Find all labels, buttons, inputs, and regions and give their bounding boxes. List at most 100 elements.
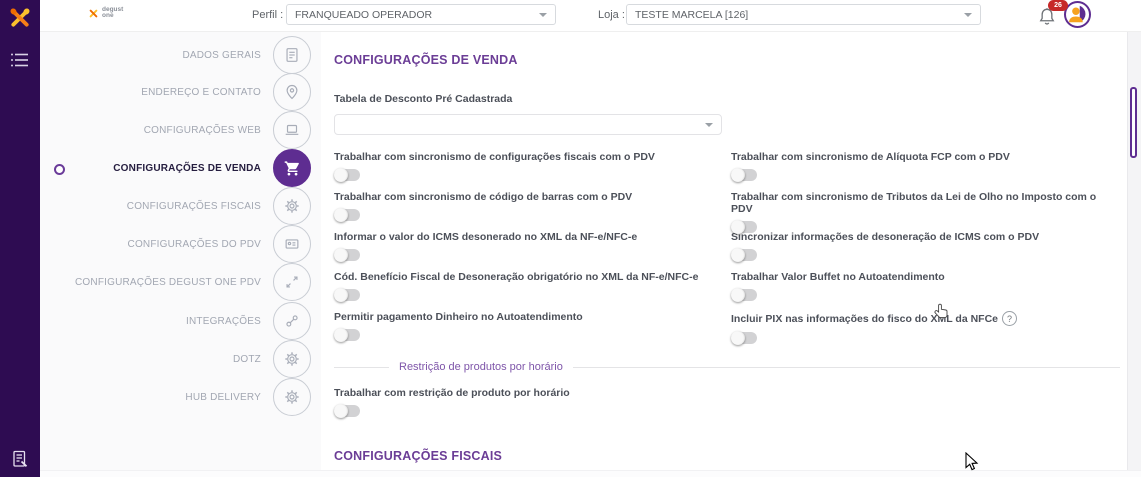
sidebar-item-endereco-contato[interactable]: ENDEREÇO E CONTATO <box>141 73 311 111</box>
form-icon <box>273 36 311 74</box>
subsection-title: Restrição de produtos por horário <box>399 361 563 373</box>
sidebar-item-label: INTEGRAÇÕES <box>186 315 261 327</box>
toggle-knob <box>334 208 348 222</box>
toggle-switch[interactable] <box>334 208 360 222</box>
toggle-knob <box>334 404 348 418</box>
settings-sidebar: DADOS GERAIS ENDEREÇO E CONTATO CONFIGUR… <box>40 31 322 477</box>
discount-table-select[interactable] <box>334 114 722 135</box>
toggle-row: Trabalhar Valor Buffet no Autoatendiment… <box>731 271 1120 311</box>
user-avatar[interactable] <box>1064 1 1091 28</box>
toggle-switch[interactable] <box>731 288 757 302</box>
menu-hamburger-icon[interactable] <box>10 52 30 68</box>
sidebar-item-configuracoes-fiscais[interactable]: CONFIGURAÇÕES FISCAIS <box>127 187 311 225</box>
cart-icon <box>273 149 311 187</box>
divider-line <box>572 366 1120 368</box>
toggle-label: Permitir pagamento Dinheiro no Autoatend… <box>334 311 583 323</box>
toggle-switch[interactable] <box>731 220 757 234</box>
divider-line <box>334 366 389 368</box>
sidebar-item-configuracoes-do-pdv[interactable]: CONFIGURAÇÕES DO PDV <box>128 225 311 263</box>
toggle-knob <box>731 288 745 302</box>
toggle-label: Trabalhar com sincronismo de Alíquota FC… <box>731 151 1010 163</box>
toggle-knob <box>334 168 348 182</box>
toggle-row: Sincronizar informações de desoneração d… <box>731 231 1120 271</box>
toggle-switch[interactable] <box>731 168 757 182</box>
app-body: DADOS GERAIS ENDEREÇO E CONTATO CONFIGUR… <box>40 31 1141 477</box>
toggle-label: Cód. Benefício Fiscal de Desoneração obr… <box>334 271 699 283</box>
toggle-label: Trabalhar com sincronismo de configuraçõ… <box>334 151 655 163</box>
toggle-knob <box>731 220 745 234</box>
sidebar-item-label: CONFIGURAÇÕES DO PDV <box>127 238 261 250</box>
toggle-knob <box>334 248 348 262</box>
brand-sub: one <box>102 12 114 19</box>
toggle-row: Cód. Benefício Fiscal de Desoneração obr… <box>334 271 731 311</box>
chevron-down-icon <box>705 122 713 127</box>
expand-arrows-icon <box>273 263 311 301</box>
toggle-knob <box>334 288 348 302</box>
location-pin-icon <box>273 73 311 111</box>
scrollbar-thumb[interactable] <box>1130 87 1137 158</box>
toggle-label: Trabalhar Valor Buffet no Autoatendiment… <box>731 271 945 283</box>
sidebar-item-configuracoes-de-venda[interactable]: CONFIGURAÇÕES DE VENDA <box>113 149 311 187</box>
toggle-switch[interactable] <box>731 248 757 262</box>
sidebar-item-hub-delivery[interactable]: HUB DELIVERY <box>185 378 311 416</box>
toggle-grid: Trabalhar com sincronismo de configuraçõ… <box>334 151 1120 351</box>
toggle-switch[interactable] <box>334 288 360 302</box>
toggle-row: Trabalhar com sincronismo de Alíquota FC… <box>731 151 1120 191</box>
sidebar-item-dotz[interactable]: DOTZ <box>233 340 311 378</box>
subsection-divider: Restrição de produtos por horário <box>334 361 1120 373</box>
id-card-icon <box>273 225 311 263</box>
toggle-label-text: Incluir PIX nas informações do fisco do … <box>731 312 999 325</box>
sidebar-item-configuracoes-degust-one-pdv[interactable]: CONFIGURAÇÕES DEGUST ONE PDV <box>75 263 311 301</box>
sidebar-item-label: DOTZ <box>232 353 261 365</box>
sidebar-item-label: CONFIGURAÇÕES WEB <box>143 124 261 136</box>
toggle-switch[interactable] <box>334 404 360 418</box>
sidebar-item-integracoes[interactable]: INTEGRAÇÕES <box>186 302 311 340</box>
toggle-knob <box>731 248 745 262</box>
toggle-label: Trabalhar com sincronismo de código de b… <box>334 191 633 203</box>
sidebar-item-label: CONFIGURAÇÕES DE VENDA <box>113 162 261 174</box>
toggle-knob <box>731 331 745 345</box>
loja-select[interactable]: TESTE MARCELA [126] <box>626 4 981 25</box>
vertical-scrollbar[interactable] <box>1127 31 1141 477</box>
toggle-row: Informar o valor do ICMS desonerado no X… <box>334 231 731 271</box>
chevron-down-icon <box>539 12 547 17</box>
laptop-icon <box>273 111 311 149</box>
sidebar-item-dados-gerais[interactable]: DADOS GERAIS <box>182 36 311 74</box>
sidebar-item-label: CONFIGURAÇÕES DEGUST ONE PDV <box>75 276 261 288</box>
toggle-switch[interactable] <box>334 168 360 182</box>
toggle-knob <box>334 328 348 342</box>
toggle-row: Trabalhar com sincronismo de Tributos da… <box>731 191 1120 234</box>
toggle-label: Informar o valor do ICMS desonerado no X… <box>334 231 638 243</box>
plug-icon <box>273 302 311 340</box>
toggle-row: Trabalhar com sincronismo de código de b… <box>334 191 731 231</box>
toggle-label: Sincronizar informações de desoneração d… <box>731 231 1040 243</box>
toggle-switch[interactable] <box>334 248 360 262</box>
sidebar-item-label: CONFIGURAÇÕES FISCAIS <box>126 200 261 212</box>
active-item-marker <box>54 164 65 175</box>
next-section-title: CONFIGURAÇÕES FISCAIS <box>334 449 503 463</box>
perfil-select[interactable]: FRANQUEADO OPERADOR <box>286 4 556 25</box>
loja-label: Loja : <box>598 9 625 21</box>
gear-icon <box>273 378 311 416</box>
toggle-row: Trabalhar com sincronismo de configuraçõ… <box>334 151 731 191</box>
toggle-switch[interactable] <box>334 328 360 342</box>
gear-icon <box>273 187 311 225</box>
sidebar-item-label: HUB DELIVERY <box>185 391 261 403</box>
toggle-label: Trabalhar com restrição de produto por h… <box>334 387 570 399</box>
toggle-label: Trabalhar com sincronismo de Tributos da… <box>731 191 1097 215</box>
app-logo-icon <box>7 5 33 31</box>
chevron-down-icon <box>964 12 972 17</box>
toggle-row: Incluir PIX nas informações do fisco do … <box>731 311 1120 351</box>
top-header: degust one Perfil : FRANQUEADO OPERADOR … <box>40 0 1141 32</box>
toggle-switch[interactable] <box>731 331 757 345</box>
report-document-icon[interactable] <box>10 449 30 469</box>
toggle-knob <box>731 168 745 182</box>
notifications-count-badge: 26 <box>1048 0 1068 11</box>
loja-value: TESTE MARCELA [126] <box>635 8 749 21</box>
sidebar-item-configuracoes-web[interactable]: CONFIGURAÇÕES WEB <box>144 111 311 149</box>
help-icon[interactable]: ? <box>1002 311 1018 326</box>
perfil-label: Perfil : <box>252 9 284 21</box>
page-title: CONFIGURAÇÕES DE VENDA <box>334 53 518 67</box>
gear-icon <box>273 340 311 378</box>
footer-strip <box>40 470 1141 477</box>
